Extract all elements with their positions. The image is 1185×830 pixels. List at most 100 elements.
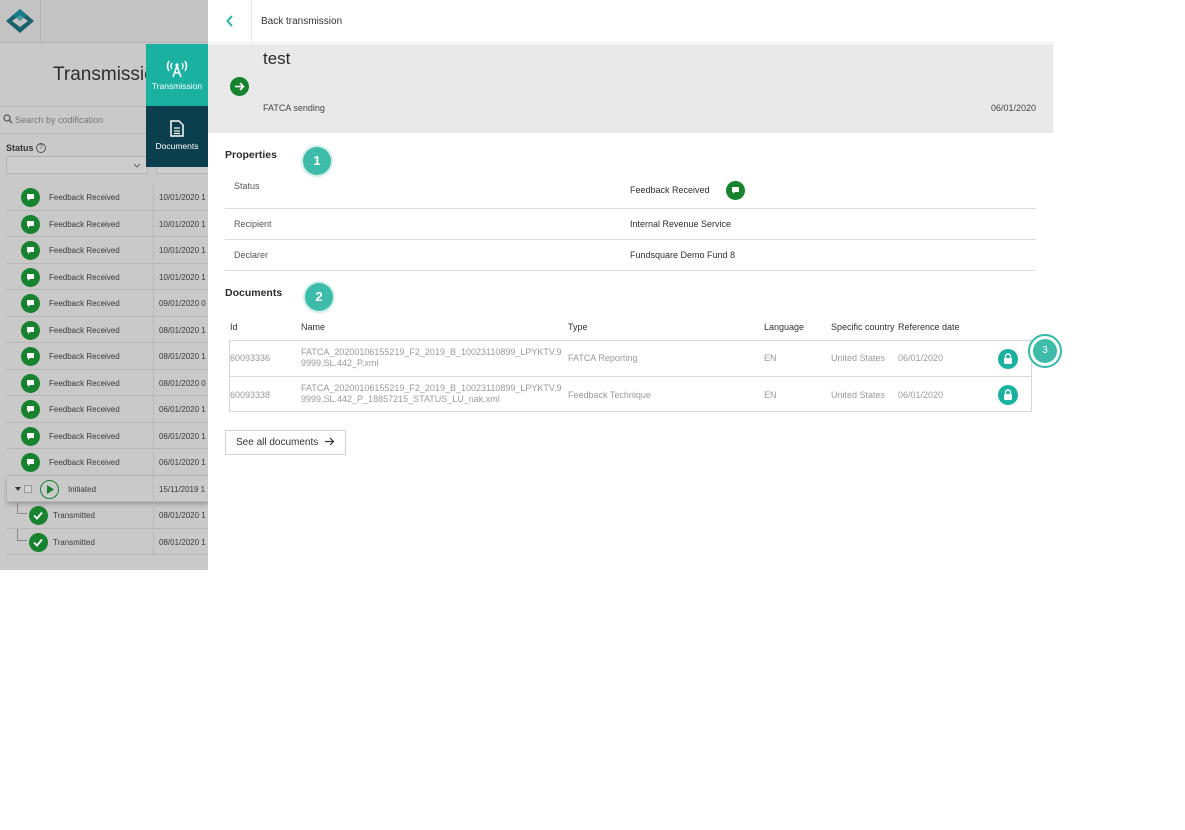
list-item-status: Feedback Received [49, 246, 120, 255]
list-item[interactable]: Feedback Received 08/01/2020 0 [7, 369, 208, 396]
chevron-left-icon [226, 15, 233, 27]
column-header-reference-date: Reference date [898, 322, 960, 332]
list-item-date: 08/01/2020 1 [153, 316, 208, 343]
list-item[interactable]: Feedback Received 06/01/2020 1 [7, 422, 208, 449]
list-item-expanded[interactable]: Initiated 15/11/2019 1 [7, 475, 208, 502]
transmission-detail-panel: Back transmission test FATCA sending 06/… [208, 0, 1053, 570]
list-item-status: Transmitted [53, 511, 95, 520]
list-item-status: Feedback Received [49, 325, 120, 335]
table-row[interactable]: 60093338 FATCA_20200106155219_F2_2019_B_… [230, 376, 1031, 411]
check-icon [29, 532, 48, 552]
step-badge-2: 2 [305, 283, 333, 311]
tree-connector [17, 502, 27, 514]
property-value: Feedback Received [630, 185, 710, 195]
doc-reference-date: 06/01/2020 [898, 353, 944, 363]
list-item-date: 08/01/2020 1 [153, 502, 208, 528]
back-button[interactable] [208, 0, 252, 43]
list-item-status: Feedback Received [49, 352, 120, 361]
lock-button[interactable] [998, 385, 1018, 405]
column-header-type: Type [568, 322, 588, 332]
lock-button[interactable] [998, 349, 1018, 369]
doc-id: 60093336 [230, 353, 271, 363]
doc-name: FATCA_20200106155219_F2_2019_B_100231108… [301, 383, 562, 404]
status-filter-label: Status [6, 143, 34, 153]
feedback-icon [21, 426, 40, 446]
property-label: Status [234, 181, 260, 191]
list-item-date: 10/01/2020 1 [153, 210, 208, 237]
arrow-right-icon [325, 437, 335, 446]
property-label: Recipient [234, 219, 272, 229]
tab-transmission-label: Transmission [151, 81, 203, 91]
arrow-right-icon [230, 77, 249, 96]
list-item-date: 06/01/2020 1 [153, 396, 208, 422]
documents-table-header: Id Name Type Language Specific country R… [230, 322, 1036, 336]
transmission-type: FATCA sending [263, 103, 325, 113]
doc-name: FATCA_20200106155219_F2_2019_B_100231108… [301, 347, 562, 368]
list-item-date: 15/11/2019 1 [153, 475, 208, 502]
feedback-icon [21, 320, 40, 340]
list-item-date: 06/01/2020 1 [153, 449, 208, 475]
list-item[interactable]: Feedback Received 10/01/2020 1 [7, 210, 208, 237]
chevron-down-icon [133, 163, 141, 168]
list-item-status: Initiated [68, 484, 97, 494]
table-row[interactable]: 60093336 FATCA_20200106155219_F2_2019_B_… [230, 341, 1031, 376]
feedback-icon [21, 347, 40, 366]
step-badge-1: 1 [303, 147, 331, 175]
property-row-status: Status Feedback Received [225, 178, 1036, 209]
property-row-recipient: Recipient Internal Revenue Service [225, 209, 1036, 240]
see-all-documents-button[interactable]: See all documents [225, 430, 346, 455]
list-item-child[interactable]: Transmitted 08/01/2020 1 [7, 528, 208, 555]
feedback-icon [21, 294, 40, 313]
transmission-header: test FATCA sending 06/01/2020 [208, 44, 1053, 133]
help-icon[interactable]: ? [36, 143, 46, 153]
list-item-status: Feedback Received [49, 378, 120, 388]
divider [40, 0, 41, 43]
tab-documents-label: Documents [155, 141, 199, 151]
document-icon [170, 120, 184, 137]
lock-icon [1004, 389, 1012, 400]
list-item[interactable]: Feedback Received 09/01/2020 0 [7, 290, 208, 317]
list-item[interactable]: Feedback Received 10/01/2020 1 [7, 184, 208, 211]
list-item[interactable]: Feedback Received 10/01/2020 1 [7, 237, 208, 264]
see-all-documents-label: See all documents [236, 437, 319, 448]
list-item-date: 10/01/2020 1 [153, 184, 208, 210]
list-item[interactable]: Feedback Received 06/01/2020 1 [7, 449, 208, 476]
property-row-declarer: Declarer Fundsquare Demo Fund 8 [225, 240, 1036, 271]
doc-country: United States [831, 390, 886, 400]
step-badge-3: 3 [1028, 334, 1062, 368]
list-item[interactable]: Feedback Received 06/01/2020 1 [7, 396, 208, 423]
expand-caret-icon[interactable] [15, 486, 21, 492]
list-item-child[interactable]: Transmitted 08/01/2020 1 [7, 502, 208, 529]
property-label: Declarer [234, 250, 269, 260]
feedback-icon [21, 241, 40, 260]
feedback-icon [21, 453, 40, 472]
check-icon [29, 506, 48, 525]
column-header-name: Name [301, 322, 326, 332]
list-item[interactable]: Feedback Received 08/01/2020 1 [7, 343, 208, 370]
row-checkbox[interactable] [24, 484, 32, 493]
documents-heading: Documents [225, 287, 283, 299]
doc-country: United States [831, 353, 886, 363]
status-filter-select[interactable] [6, 156, 148, 174]
antenna-icon [166, 60, 188, 78]
doc-type: Feedback Technique [568, 390, 651, 400]
feedback-icon [21, 267, 40, 287]
list-item[interactable]: Feedback Received 10/01/2020 1 [7, 263, 208, 290]
page-title: Transmissio [53, 64, 155, 85]
list-item-status: Feedback Received [49, 193, 120, 202]
tab-transmission[interactable]: Transmission [146, 44, 208, 106]
list-item-status: Feedback Received [49, 458, 120, 467]
back-link[interactable]: Back transmission [261, 16, 342, 27]
tab-documents[interactable]: Documents [146, 106, 208, 167]
list-item[interactable]: Feedback Received 08/01/2020 1 [7, 316, 208, 343]
doc-reference-date: 06/01/2020 [898, 390, 944, 400]
transmission-title: test [263, 49, 291, 68]
list-item-status: Feedback Received [49, 299, 120, 308]
list-item-status: Feedback Received [49, 219, 120, 229]
logo[interactable] [4, 7, 36, 35]
column-header-id: Id [230, 322, 238, 332]
feedback-icon [726, 181, 745, 200]
feedback-icon [21, 188, 40, 207]
lock-icon [1004, 353, 1012, 364]
search-input[interactable] [15, 111, 145, 129]
